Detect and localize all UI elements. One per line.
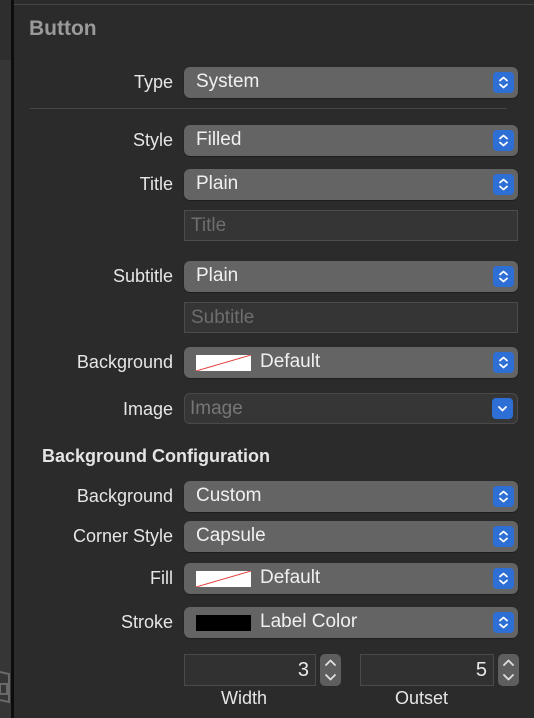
top-divider	[14, 4, 534, 5]
type-label: Type	[133, 72, 173, 92]
title-popup[interactable]: Plain	[184, 169, 518, 200]
chevron-up-down-icon	[493, 130, 514, 151]
style-popup[interactable]: Filled	[184, 125, 518, 156]
subtitle-popup[interactable]: Plain	[184, 261, 518, 292]
title-value: Plain	[196, 173, 239, 194]
outset-label: Outset	[395, 688, 449, 708]
background-value: Default	[260, 351, 321, 372]
section-divider	[30, 108, 507, 109]
chevron-up-down-icon	[493, 352, 514, 373]
outset-input[interactable]	[361, 655, 493, 685]
background-configuration-title: Background Configuration	[42, 446, 270, 466]
corner-style-label: Corner Style	[72, 526, 173, 546]
no-color-swatch-icon	[196, 355, 251, 371]
pane-divider[interactable]	[11, 0, 14, 718]
color-swatch-icon	[196, 615, 251, 631]
outset-stepper[interactable]	[498, 654, 519, 686]
subtitle-value: Plain	[196, 265, 239, 286]
stepper-up-icon[interactable]	[320, 654, 341, 670]
style-value: Filled	[196, 129, 242, 150]
library-icon	[0, 671, 10, 704]
chevron-down-icon[interactable]	[492, 398, 513, 419]
chevron-up-down-icon	[493, 526, 514, 547]
no-color-swatch-icon	[196, 571, 251, 587]
chevron-up-down-icon	[493, 612, 514, 633]
image-placeholder: Image	[190, 398, 243, 419]
bg-config-background-value: Custom	[196, 485, 262, 506]
stepper-down-icon[interactable]	[320, 670, 341, 686]
title-field[interactable]	[184, 210, 518, 241]
stepper-down-icon[interactable]	[498, 670, 519, 686]
stroke-label: Stroke	[120, 612, 173, 632]
chevron-up-down-icon	[493, 486, 514, 507]
title-label: Title	[139, 174, 173, 194]
title-input[interactable]	[185, 211, 517, 240]
width-label: Width	[221, 688, 268, 708]
stroke-popup[interactable]: Label Color	[184, 607, 518, 638]
width-stepper[interactable]	[320, 654, 341, 686]
image-label: Image	[122, 399, 173, 419]
background-label: Background	[76, 352, 173, 372]
width-field[interactable]	[184, 654, 316, 686]
type-popup[interactable]: System	[184, 67, 518, 98]
fill-popup[interactable]: Default	[184, 563, 518, 594]
type-value: System	[196, 71, 260, 92]
chevron-up-down-icon	[493, 568, 514, 589]
outset-field[interactable]	[360, 654, 494, 686]
subtitle-input[interactable]	[185, 303, 517, 332]
left-pane-strip	[0, 0, 11, 718]
chevron-up-down-icon	[493, 266, 514, 287]
fill-value: Default	[260, 567, 321, 588]
chevron-up-down-icon	[493, 174, 514, 195]
image-combo[interactable]: Image	[184, 393, 518, 424]
subtitle-field[interactable]	[184, 302, 518, 333]
section-title: Button	[29, 17, 97, 40]
subtitle-label: Subtitle	[112, 266, 173, 286]
chevron-up-down-icon	[493, 72, 514, 93]
bg-config-background-label: Background	[76, 486, 173, 506]
stepper-up-icon[interactable]	[498, 654, 519, 670]
bg-config-background-popup[interactable]: Custom	[184, 481, 518, 512]
background-popup[interactable]: Default	[184, 347, 518, 378]
fill-label: Fill	[150, 568, 173, 588]
left-pane-top	[0, 0, 11, 60]
stroke-value: Label Color	[260, 611, 358, 632]
corner-style-value: Capsule	[196, 525, 266, 546]
width-input[interactable]	[185, 655, 315, 685]
style-label: Style	[132, 130, 173, 150]
corner-style-popup[interactable]: Capsule	[184, 521, 518, 552]
